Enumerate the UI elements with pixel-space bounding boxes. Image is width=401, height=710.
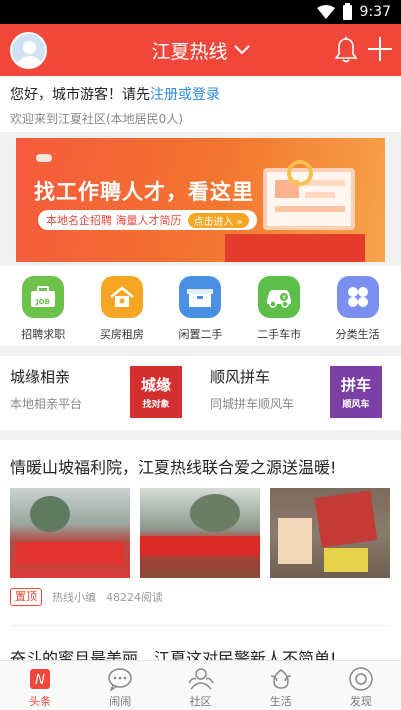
carpool-logo-text: 拼车 <box>340 376 371 394</box>
svg-text:¥: ¥ <box>282 295 286 302</box>
magnifier-icon <box>287 160 313 186</box>
car-icon: ¥ <box>258 276 301 318</box>
job-icon: JOB <box>22 276 65 318</box>
banner-headline: 找工作聘人才，看这里 <box>34 180 254 204</box>
recruitment-banner[interactable]: 找工作聘人才，看这里 本地名企招聘 海量人才简历 点击进入 » <box>16 138 385 262</box>
category-grid: JOB 招聘求职 买房租房 闲置二手 ¥ 二手车市 分类生活 <box>0 268 401 346</box>
community-icon <box>186 665 216 693</box>
carpool-logo-subtext: 顺风车 <box>342 400 370 410</box>
news-meta: 置顶 热线小编 48224阅读 <box>0 578 401 606</box>
category-label: 分类生活 <box>335 328 380 341</box>
news-title[interactable]: 情暖山坡福利院，江夏热线联合爱之源送温暖! <box>0 440 401 478</box>
login-link[interactable]: 注册或登录 <box>150 87 220 103</box>
plus-icon[interactable] <box>367 36 393 62</box>
bottom-tab-bar: N 头条 闹闹 社区 生活 发现 <box>0 660 401 710</box>
news-list: 情暖山坡福利院，江夏热线联合爱之源送温暖! 置顶 热线小编 48224阅读 <box>0 440 401 606</box>
promo-row: 城缘相亲 本地相亲平台 城缘 找对象 顺风拼车 同城拼车顺风车 拼车 顺风车 <box>0 356 401 430</box>
photo-tree-shape <box>30 496 70 532</box>
photo-tree-shape <box>190 494 240 532</box>
city-switch-button[interactable]: 江夏热线 <box>151 37 250 64</box>
tab-label: 闹闹 <box>109 695 132 708</box>
category-life[interactable]: 分类生活 <box>323 268 393 346</box>
dating-logo: 城缘 找对象 <box>130 366 182 418</box>
news-divider <box>10 625 391 626</box>
category-label: 闲置二手 <box>178 328 223 341</box>
grid-icon <box>336 276 379 318</box>
category-job[interactable]: JOB 招聘求职 <box>8 268 78 346</box>
photo-box-shape <box>324 548 368 572</box>
avatar-head-shape <box>23 41 36 54</box>
photo-box-shape <box>314 490 378 548</box>
banner-platform-decoration <box>225 234 365 262</box>
screen-line <box>305 180 345 186</box>
news-photo-supplies[interactable] <box>270 488 390 578</box>
section-divider <box>0 430 401 440</box>
chevron-down-icon <box>233 45 250 55</box>
category-label: 招聘求职 <box>21 328 66 341</box>
tab-label: 生活 <box>269 695 292 708</box>
screen-line <box>305 192 335 198</box>
tab-label: 头条 <box>29 695 52 708</box>
tab-discover[interactable]: 发现 <box>321 661 401 710</box>
promo-carpool[interactable]: 顺风拼车 同城拼车顺风车 拼车 顺风车 <box>200 356 400 430</box>
welcome-section: 您好，城市游客！请先注册或登录 欢迎来到江夏社区(本地居民0人) <box>0 76 401 132</box>
banner-section: 找工作聘人才，看这里 本地名企招聘 海量人才简历 点击进入 » <box>0 132 401 266</box>
page-title: 江夏热线 <box>151 40 228 63</box>
carpool-logo: 拼车 顺风车 <box>330 366 382 418</box>
photo-banner-shape <box>140 536 260 556</box>
tab-headline[interactable]: N 头条 <box>0 661 80 710</box>
house-icon <box>100 276 143 318</box>
battery-icon <box>342 2 352 20</box>
tab-community[interactable]: 社区 <box>160 661 240 710</box>
tab-label: 社区 <box>189 695 212 708</box>
chat-icon <box>105 665 135 693</box>
headline-icon: N <box>25 665 55 693</box>
news-photo-group[interactable] <box>10 488 130 578</box>
dating-logo-subtext: 找对象 <box>142 400 170 410</box>
discover-icon <box>346 665 376 693</box>
pinned-badge: 置顶 <box>10 588 42 606</box>
category-house[interactable]: 买房租房 <box>87 268 157 346</box>
status-time: 9:37 <box>359 4 391 20</box>
photo-banner-shape <box>16 542 124 564</box>
tab-label: 发现 <box>349 695 372 708</box>
dating-logo-text: 城缘 <box>140 376 171 394</box>
news-image-row <box>0 478 401 578</box>
category-secondhand[interactable]: 闲置二手 <box>165 268 235 346</box>
banner-enter-button[interactable]: 点击进入 » <box>187 212 249 228</box>
category-label: 二手车市 <box>257 328 302 341</box>
avatar[interactable] <box>10 32 47 69</box>
wifi-icon <box>316 5 335 19</box>
tab-life[interactable]: 生活 <box>241 661 321 710</box>
banner-subline: 本地名企招聘 海量人才简历 点击进入 » <box>38 210 257 230</box>
avatar-body-shape <box>17 56 42 67</box>
category-label: 买房租房 <box>99 328 144 341</box>
svg-text:JOB: JOB <box>35 298 50 306</box>
tab-chat[interactable]: 闹闹 <box>80 661 160 710</box>
news-reads: 48224阅读 <box>106 591 163 604</box>
screen-line <box>275 206 345 212</box>
status-bar: 9:37 <box>0 0 401 24</box>
news-author: 热线小编 <box>52 591 96 604</box>
promo-dating[interactable]: 城缘相亲 本地相亲平台 城缘 找对象 <box>0 356 200 430</box>
box-icon <box>179 276 222 318</box>
cloud-decoration <box>36 154 52 162</box>
section-divider <box>0 346 401 356</box>
app-header: 江夏热线 <box>0 24 401 76</box>
svg-text:N: N <box>35 673 45 688</box>
banner-sub-text: 本地名企招聘 海量人才简历 <box>46 214 182 227</box>
bell-icon[interactable] <box>333 36 359 64</box>
news-photo-group[interactable] <box>140 488 260 578</box>
category-car[interactable]: ¥ 二手车市 <box>244 268 314 346</box>
life-icon <box>266 665 296 693</box>
welcome-subtitle: 欢迎来到江夏社区(本地居民0人) <box>10 112 183 126</box>
welcome-greeting: 您好，城市游客！请先 <box>10 87 150 103</box>
photo-bag-shape <box>278 518 312 564</box>
welcome-greeting-line: 您好，城市游客！请先注册或登录 <box>10 84 391 104</box>
